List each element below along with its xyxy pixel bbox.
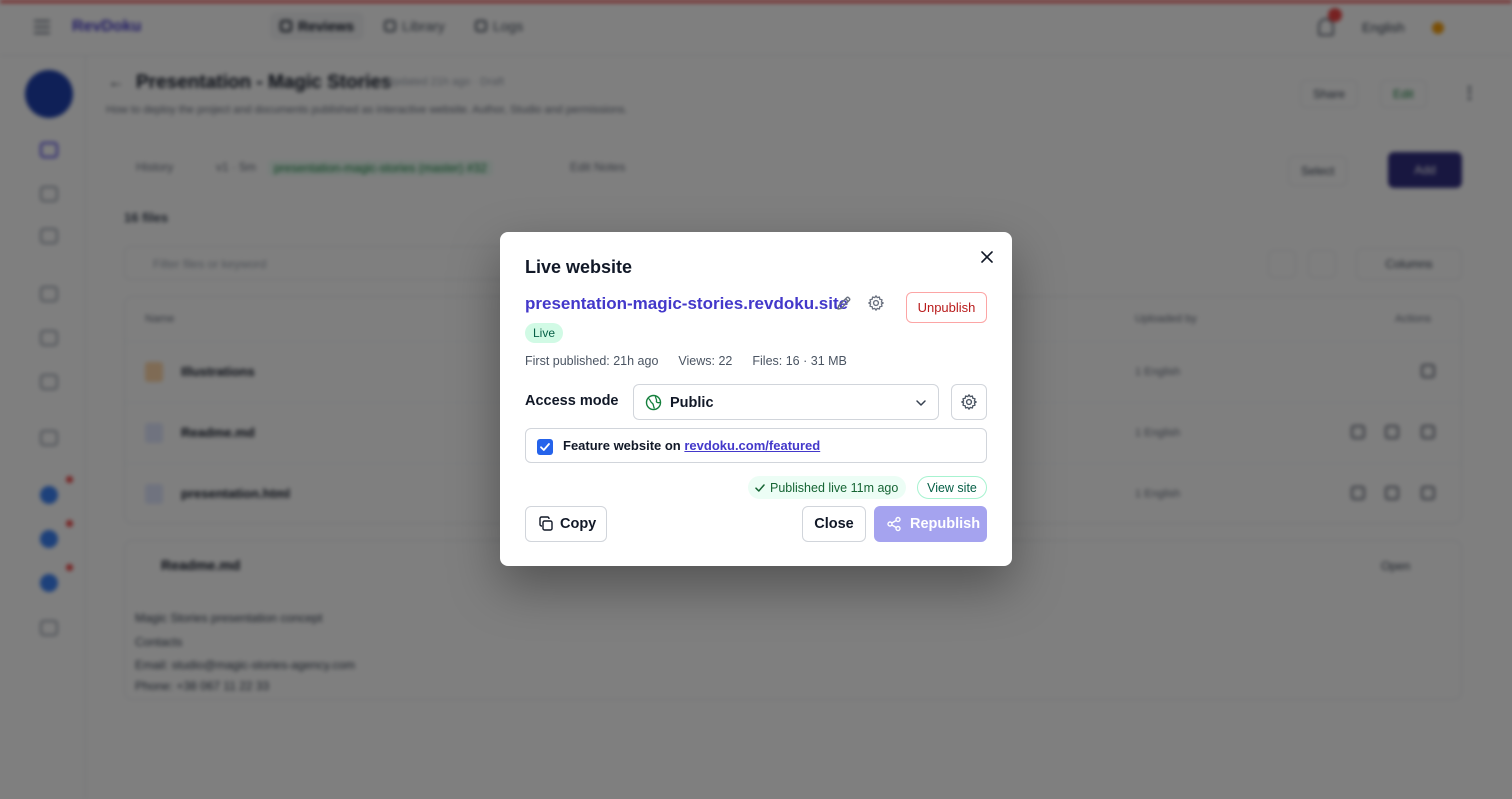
close-button[interactable]: Close [802,506,866,542]
published-status-badge: Published live 11m ago [748,476,907,499]
feature-label-text: Feature website on [563,438,685,453]
access-mode-value: Public [670,395,714,411]
site-stats: First published: 21h ago Views: 22 Files… [525,354,847,368]
status-badge: Live [525,323,564,343]
dialog-title: Live website [525,257,633,277]
globe-icon [645,394,662,411]
gear-icon[interactable] [867,294,885,312]
copy-icon [539,516,553,531]
feature-website-option: Feature website on revdoku.com/featured [525,428,987,463]
view-site-button[interactable]: View site [917,476,987,499]
republish-button[interactable]: Republish [874,506,987,542]
feature-label: Feature website on revdoku.com/featured [563,438,820,453]
files-stat: Files: 16 · 31 MB [752,354,847,368]
access-mode-select[interactable]: Public [633,384,939,420]
site-url-link[interactable]: presentation-magic-stories.revdoku.site [525,294,848,314]
check-icon [755,483,765,492]
pencil-icon[interactable] [835,294,853,312]
chevron-down-icon [914,396,928,410]
check-icon [540,443,550,451]
access-mode-label: Access mode [525,393,619,409]
access-settings-button[interactable] [951,384,987,420]
copy-button[interactable]: Copy [525,506,607,542]
views-stat: Views: 22 [678,354,733,368]
republish-button-label: Republish [910,516,981,532]
featured-link[interactable]: revdoku.com/featured [684,438,820,453]
share-icon [887,516,901,532]
feature-checkbox[interactable] [537,439,553,455]
gear-icon [961,394,977,410]
copy-button-label: Copy [560,516,597,532]
close-icon[interactable] [978,248,996,266]
live-website-dialog: Live website presentation-magic-stories.… [500,232,1012,566]
unpublish-button[interactable]: Unpublish [906,292,987,323]
first-published-stat: First published: 21h ago [525,354,659,368]
published-status-text: Published live 11m ago [770,480,899,495]
